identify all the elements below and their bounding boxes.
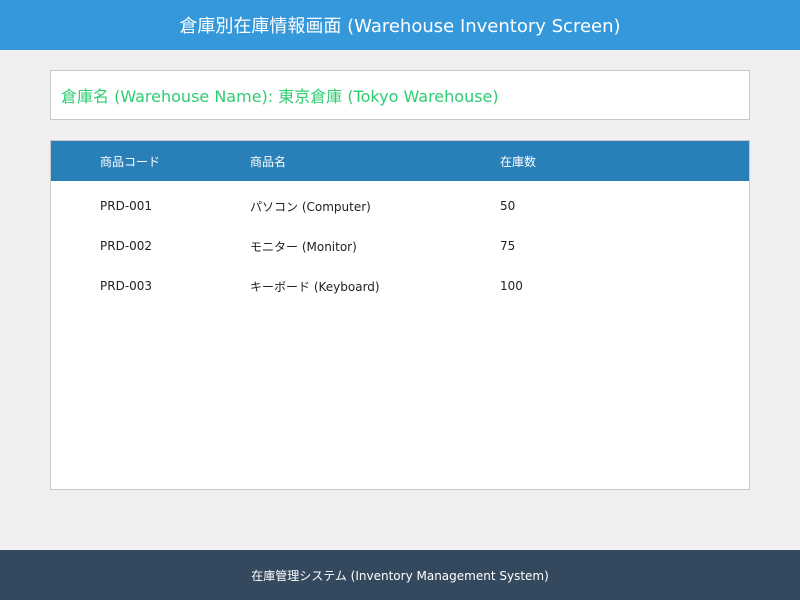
product-code-cell: PRD-001 (100, 199, 153, 213)
column-header-stock-quantity: 在庫数 (500, 154, 537, 169)
stock-quantity-cell: 75 (500, 239, 516, 253)
column-header-product-code: 商品コード (100, 154, 161, 169)
inventory-table: 商品コード 商品名 在庫数 PRD-001 パソコン (Computer) 50… (50, 140, 750, 490)
stock-quantity-cell: 50 (500, 199, 516, 213)
table-row: PRD-003 キーボード (Keyboard) 100 (51, 266, 749, 306)
product-name-cell: パソコン (Computer) (250, 199, 371, 214)
table-row: PRD-002 モニター (Monitor) 75 (51, 226, 749, 266)
column-header-product-name: 商品名 (250, 154, 287, 169)
product-name-cell: モニター (Monitor) (250, 239, 357, 254)
warehouse-info-panel: 倉庫名 (Warehouse Name): 東京倉庫 (Tokyo Wareho… (50, 70, 750, 120)
stock-quantity-cell: 100 (500, 279, 523, 293)
warehouse-name-label: 倉庫名 (Warehouse Name): 東京倉庫 (Tokyo Wareho… (61, 87, 499, 106)
product-name-cell: キーボード (Keyboard) (250, 279, 380, 294)
table-header: 商品コード 商品名 在庫数 (51, 141, 749, 181)
footer-text: 在庫管理システム (Inventory Management System) (251, 568, 549, 583)
app-header: 倉庫別在庫情報画面 (Warehouse Inventory Screen) (0, 0, 800, 50)
table-row: PRD-001 パソコン (Computer) 50 (51, 186, 749, 226)
product-code-cell: PRD-003 (100, 279, 153, 293)
product-code-cell: PRD-002 (100, 239, 153, 253)
table-body: PRD-001 パソコン (Computer) 50 PRD-002 モニター … (51, 181, 749, 306)
page-title: 倉庫別在庫情報画面 (Warehouse Inventory Screen) (179, 16, 621, 37)
app-footer: 在庫管理システム (Inventory Management System) (0, 550, 800, 600)
